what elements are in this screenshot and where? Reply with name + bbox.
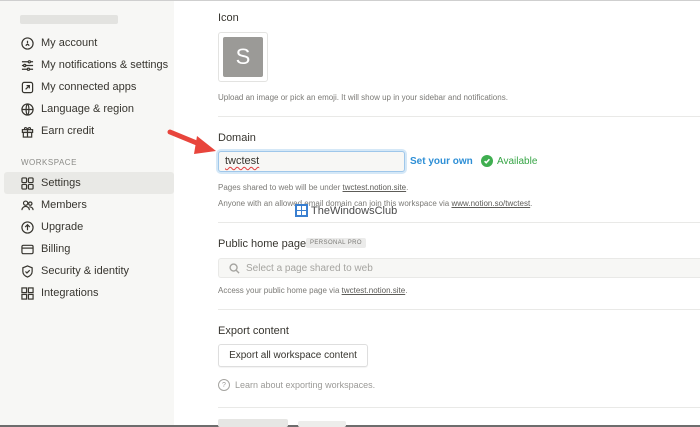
card-icon — [20, 242, 34, 256]
notion-site-link[interactable]: twctest.notion.site — [343, 183, 407, 192]
sidebar-item-label: Earn credit — [41, 125, 95, 137]
sidebar-item-integrations[interactable]: Integrations — [12, 282, 170, 304]
account-email-redacted — [20, 15, 118, 24]
sidebar-item-connected-apps[interactable]: My connected apps — [12, 76, 170, 98]
available-label: Available — [497, 155, 538, 167]
note-text: . — [406, 183, 409, 192]
check-circle-icon — [481, 155, 493, 167]
sidebar-item-label: Members — [41, 199, 87, 211]
set-your-own-link[interactable]: Set your own — [410, 156, 473, 167]
workspace-avatar: S — [223, 37, 263, 77]
plan-badge: PERSONAL PRO — [306, 238, 366, 248]
settings-sidebar: My account My notifications & settings M… — [0, 0, 174, 425]
divider — [218, 222, 700, 223]
sidebar-item-security[interactable]: Security & identity — [12, 260, 170, 282]
sidebar-item-settings[interactable]: Settings — [4, 172, 174, 194]
sidebar-item-label: My connected apps — [41, 81, 137, 93]
sidebar-item-upgrade[interactable]: Upgrade — [12, 216, 170, 238]
watermark: TheWindowsClub — [295, 204, 397, 217]
sliders-icon — [20, 58, 34, 72]
sidebar-item-label: Integrations — [41, 287, 99, 299]
home-page-placeholder: Select a page shared to web — [246, 262, 373, 274]
sidebar-item-label: My account — [41, 37, 98, 49]
icon-section-label: Icon — [218, 12, 239, 24]
account-circle-icon — [20, 36, 34, 50]
sidebar-item-notifications[interactable]: My notifications & settings — [12, 54, 170, 76]
sidebar-item-label: My notifications & settings — [41, 59, 169, 71]
watermark-text: TheWindowsClub — [311, 204, 398, 217]
windows-club-logo-icon — [295, 204, 308, 217]
grid-icon — [20, 286, 34, 300]
sidebar-item-label: Upgrade — [41, 221, 84, 233]
external-link-icon — [20, 80, 34, 94]
sidebar-item-label: Settings — [41, 177, 81, 189]
note-text: . — [530, 199, 533, 208]
sidebar-item-my-account[interactable]: My account — [12, 32, 170, 54]
divider — [218, 116, 700, 117]
export-help-link[interactable]: ? Learn about exporting workspaces. — [218, 379, 375, 391]
sidebar-item-label: Language & region — [41, 103, 134, 115]
globe-icon — [20, 102, 34, 116]
next-section-badge-cut-off — [298, 421, 346, 427]
sidebar-item-billing[interactable]: Billing — [12, 238, 170, 260]
export-section-label: Export content — [218, 325, 289, 337]
sidebar-item-members[interactable]: Members — [12, 194, 170, 216]
icon-help-text: Upload an image or pick an emoji. It wil… — [218, 93, 508, 102]
divider — [218, 309, 700, 310]
availability-status: Available — [481, 155, 537, 167]
question-circle-icon: ? — [218, 379, 230, 391]
sidebar-item-earn-credit[interactable]: Earn credit — [12, 120, 170, 142]
arrow-up-circle-icon — [20, 220, 34, 234]
export-all-button[interactable]: Export all workspace content — [218, 344, 368, 367]
export-help-text: Learn about exporting workspaces. — [235, 380, 376, 390]
settings-main-pane: Icon S Upload an image or pick an emoji.… — [174, 0, 700, 427]
sidebar-item-label: Billing — [41, 243, 71, 255]
domain-input-value: twctest — [225, 155, 260, 167]
note-text: Access your public home page via — [218, 286, 342, 295]
home-page-select[interactable]: Select a page shared to web — [218, 258, 700, 278]
workspace-icon-picker[interactable]: S — [218, 32, 268, 82]
sidebar-item-language[interactable]: Language & region — [12, 98, 170, 120]
workspace-section-heading: WORKSPACE — [21, 158, 77, 167]
home-page-link[interactable]: twctest.notion.site — [342, 286, 406, 295]
app-window: My account My notifications & settings M… — [0, 0, 700, 427]
sidebar-item-label: Security & identity — [41, 265, 130, 277]
workspace-join-link[interactable]: www.notion.so/twctest — [451, 199, 530, 208]
people-icon — [20, 198, 34, 212]
domain-input[interactable]: twctest — [218, 151, 405, 172]
note-text: Pages shared to web will be under — [218, 183, 343, 192]
shield-icon — [20, 264, 34, 278]
note-text: . — [405, 286, 408, 295]
next-section-label-cut-off — [218, 419, 288, 427]
gear-icon — [20, 176, 34, 190]
divider — [218, 407, 700, 408]
home-page-note: Access your public home page via twctest… — [218, 286, 407, 295]
home-page-section-label: Public home page — [218, 238, 307, 250]
domain-note-public-pages: Pages shared to web will be under twctes… — [218, 183, 408, 192]
search-icon — [229, 262, 240, 274]
gift-icon — [20, 124, 34, 138]
annotation-arrow-icon — [167, 129, 216, 154]
